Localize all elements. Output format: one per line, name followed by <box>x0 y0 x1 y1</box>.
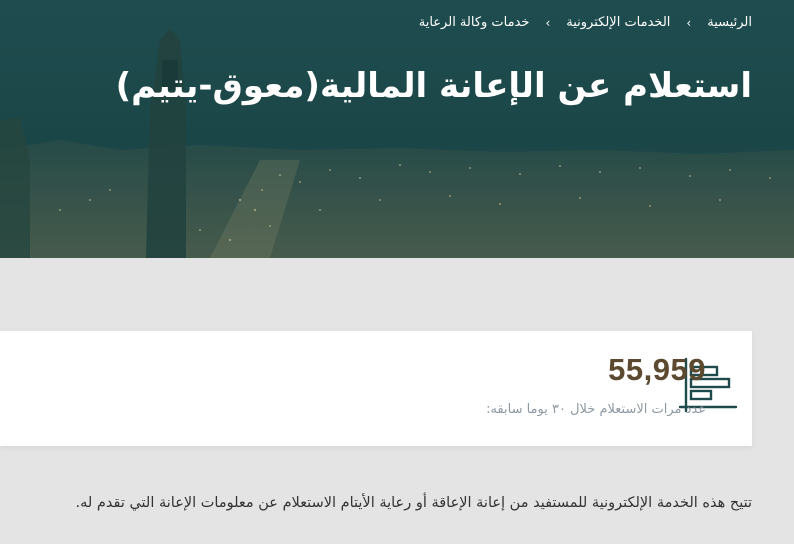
usage-count-label: عدد مرات الاستعلام خلال ٣٠ يوما سابقه: <box>486 402 706 417</box>
breadcrumb-care-agency-services[interactable]: خدمات وكالة الرعاية <box>419 15 530 30</box>
usage-count: 55,959 <box>608 352 706 387</box>
page-title: استعلام عن الإعانة المالية(معوق-يتيم) <box>115 66 752 106</box>
hero-banner: الرئيسية › الخدمات الإلكترونية › خدمات و… <box>0 0 794 258</box>
service-description: تتيح هذه الخدمة الإلكترونية للمستفيد من … <box>75 495 752 511</box>
city-skyline-image <box>0 0 794 258</box>
breadcrumb-home[interactable]: الرئيسية <box>707 15 752 30</box>
breadcrumb: الرئيسية › الخدمات الإلكترونية › خدمات و… <box>419 15 752 30</box>
stats-card <box>0 331 752 446</box>
breadcrumb-e-services[interactable]: الخدمات الإلكترونية <box>566 15 670 30</box>
chevron-left-icon: › <box>686 15 692 30</box>
chevron-left-icon: › <box>545 15 551 30</box>
